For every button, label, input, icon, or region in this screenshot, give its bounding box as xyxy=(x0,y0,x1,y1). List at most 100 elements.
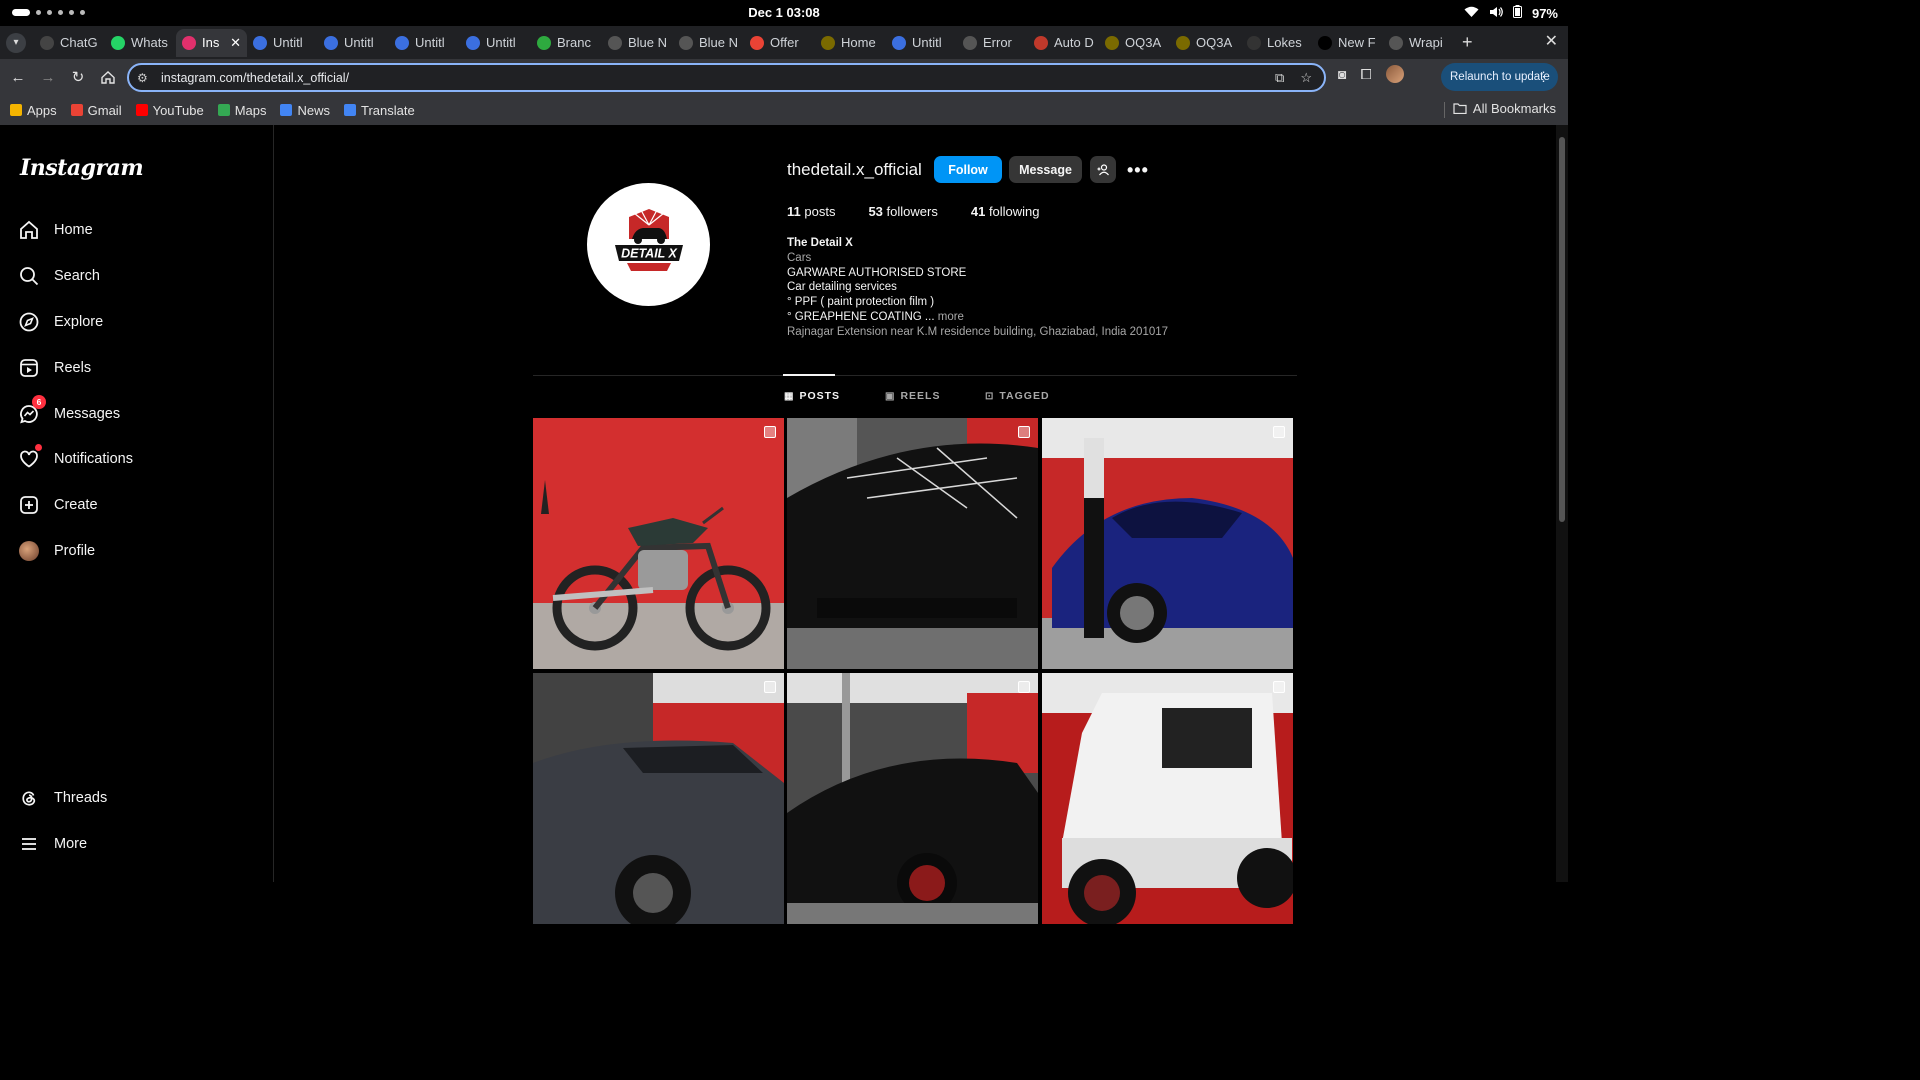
bookmark-item[interactable]: YouTube xyxy=(135,102,204,118)
tab-title: Offer xyxy=(770,35,799,50)
browser-tab[interactable]: Untitl xyxy=(247,29,318,57)
browser-profile-avatar[interactable] xyxy=(1385,65,1404,83)
bio-address[interactable]: Rajnagar Extension near K.M residence bu… xyxy=(787,325,1168,340)
carousel-icon xyxy=(764,426,776,438)
browser-tab[interactable]: Error xyxy=(957,29,1028,57)
nav-item-threads[interactable]: Threads xyxy=(18,787,107,809)
nav-item-messages[interactable]: 6 Messages xyxy=(18,395,120,425)
nav-item-home[interactable]: Home xyxy=(18,219,93,241)
bookmark-item[interactable]: Maps xyxy=(217,103,266,118)
nav-item-profile[interactable]: Profile xyxy=(18,540,95,562)
profile-divider xyxy=(533,375,1297,376)
browser-tab[interactable]: Ins ✕ xyxy=(176,28,247,57)
close-tab-icon[interactable]: ✕ xyxy=(230,35,241,51)
profile-picture[interactable]: DETAIL X xyxy=(587,183,710,306)
tab-title: Untitl xyxy=(415,35,445,50)
bookmark-label: YouTube xyxy=(152,102,204,118)
bookmarks-bar: Apps Gmail YouTube Maps News Translate All Bo… xyxy=(0,95,1568,125)
clock[interactable]: Dec 1 03:08 xyxy=(0,5,1568,20)
bookmark-star-icon[interactable]: ☆ xyxy=(1300,70,1312,86)
notification-badge: 6 xyxy=(32,395,46,409)
browser-tab[interactable]: Lokes xyxy=(1241,29,1312,57)
home-button[interactable] xyxy=(96,65,120,89)
bookmark-item[interactable]: Gmail xyxy=(70,103,122,118)
browser-tab[interactable]: New F xyxy=(1312,29,1383,57)
nav-item-notifications[interactable]: Notifications xyxy=(18,444,133,470)
nav-item-search[interactable]: Search xyxy=(18,265,100,287)
browser-tab[interactable]: Auto D xyxy=(1028,29,1099,57)
nav-item-explore[interactable]: Explore xyxy=(18,311,103,333)
tab-search-button[interactable]: ▾ xyxy=(6,32,26,53)
canva-icon xyxy=(253,35,267,50)
message-button[interactable]: Message xyxy=(1009,156,1082,183)
reload-button[interactable]: ↻ xyxy=(66,65,90,89)
motorcycle-post[interactable] xyxy=(533,418,784,669)
wifi-icon[interactable] xyxy=(1464,6,1479,21)
following-count[interactable]: 41 following xyxy=(971,204,1040,219)
followers-count[interactable]: 53 followers xyxy=(868,204,937,219)
window-close-button[interactable]: ✕ xyxy=(1545,31,1558,51)
logo-wordmark: DETAIL X xyxy=(621,246,677,260)
forward-button[interactable]: → xyxy=(36,65,60,89)
bookmark-item[interactable]: Apps xyxy=(10,103,57,118)
blue-hatchback-post[interactable] xyxy=(1042,418,1293,669)
browser-tab[interactable]: Home xyxy=(815,29,886,57)
bio-line: ° GREAPHENE COATING ... xyxy=(787,310,935,323)
canva-icon xyxy=(324,35,338,50)
address-bar-url[interactable]: instagram.com/thedetail.x_official/ xyxy=(161,71,349,85)
browser-tab[interactable]: Wrapi xyxy=(1383,29,1454,57)
tab-title: Error xyxy=(983,35,1012,50)
kebab-menu-icon[interactable]: ⋮ xyxy=(1537,69,1550,85)
youtube-icon xyxy=(135,104,148,116)
relaunch-label: Relaunch to update xyxy=(1450,71,1550,83)
grey-suv-post[interactable] xyxy=(533,673,784,924)
add-person-icon xyxy=(1097,163,1109,175)
browser-tab[interactable]: OQ3A xyxy=(1099,29,1170,57)
bookmark-item[interactable]: News xyxy=(280,103,330,118)
browser-tab[interactable]: Untitl xyxy=(389,29,460,57)
white-offroader-post[interactable] xyxy=(1042,673,1293,924)
black-car-post[interactable] xyxy=(787,418,1038,669)
follow-button[interactable]: Follow xyxy=(934,156,1002,183)
install-app-icon[interactable]: ⧉ xyxy=(1275,70,1284,86)
black-sedan-post[interactable] xyxy=(787,673,1038,924)
browser-tab[interactable]: Blue N xyxy=(602,29,673,57)
tab-reels[interactable]: ▣ REELS xyxy=(885,390,940,402)
browser-tab[interactable]: Whats xyxy=(105,29,176,57)
camera-icon[interactable]: ◙ xyxy=(1338,66,1346,82)
extensions-icon[interactable]: ⧠ xyxy=(1360,66,1371,83)
page-scrollbar[interactable] xyxy=(1556,125,1568,882)
more-options-icon[interactable]: ••• xyxy=(1127,160,1149,181)
browser-tab[interactable]: Untitl xyxy=(460,29,531,57)
browser-tab-strip: ▾ ChatG Whats Ins ✕ Untitl Untitl Untitl Untitl… xyxy=(0,26,1568,59)
bookmark-item[interactable]: Translate xyxy=(344,103,415,118)
volume-icon[interactable] xyxy=(1489,6,1503,21)
site-info-icon[interactable]: ⚙ xyxy=(137,71,157,85)
tab-title: Untitl xyxy=(273,35,303,50)
browser-tab[interactable]: OQ3A xyxy=(1170,29,1241,57)
nav-item-create[interactable]: Create xyxy=(18,494,98,516)
browser-tab[interactable]: Offer xyxy=(744,29,815,57)
relaunch-to-update-button[interactable]: Relaunch to update ⋮ xyxy=(1441,63,1558,91)
address-bar[interactable]: ⚙ instagram.com/thedetail.x_official/ ⧉ … xyxy=(127,63,1326,92)
new-tab-button[interactable]: + xyxy=(1462,32,1473,53)
back-button[interactable]: ← xyxy=(6,65,30,89)
nav-item-label: Threads xyxy=(54,790,108,806)
tab-title: Whats xyxy=(131,35,168,50)
tab-tagged[interactable]: ⊡ TAGGED xyxy=(985,390,1050,402)
nav-item-reels[interactable]: Reels xyxy=(18,357,91,379)
browser-tab[interactable]: Blue N xyxy=(673,29,744,57)
suggested-accounts-button[interactable] xyxy=(1090,156,1116,183)
tab-posts[interactable]: ▦ POSTS xyxy=(784,390,840,402)
translate-icon xyxy=(344,104,356,116)
battery-icon[interactable] xyxy=(1512,5,1522,21)
browser-tab[interactable]: Untitl xyxy=(886,29,957,57)
nav-item-more[interactable]: More xyxy=(18,833,87,855)
browser-tab[interactable]: Branc xyxy=(531,29,602,57)
instagram-logo[interactable]: Instagram xyxy=(20,155,144,181)
bio-more-link[interactable]: more xyxy=(938,311,964,323)
posts-count[interactable]: 11 posts xyxy=(787,204,835,219)
browser-tab[interactable]: Untitl xyxy=(318,29,389,57)
all-bookmarks-button[interactable]: All Bookmarks xyxy=(1453,101,1556,116)
browser-tab[interactable]: ChatG xyxy=(34,29,105,57)
